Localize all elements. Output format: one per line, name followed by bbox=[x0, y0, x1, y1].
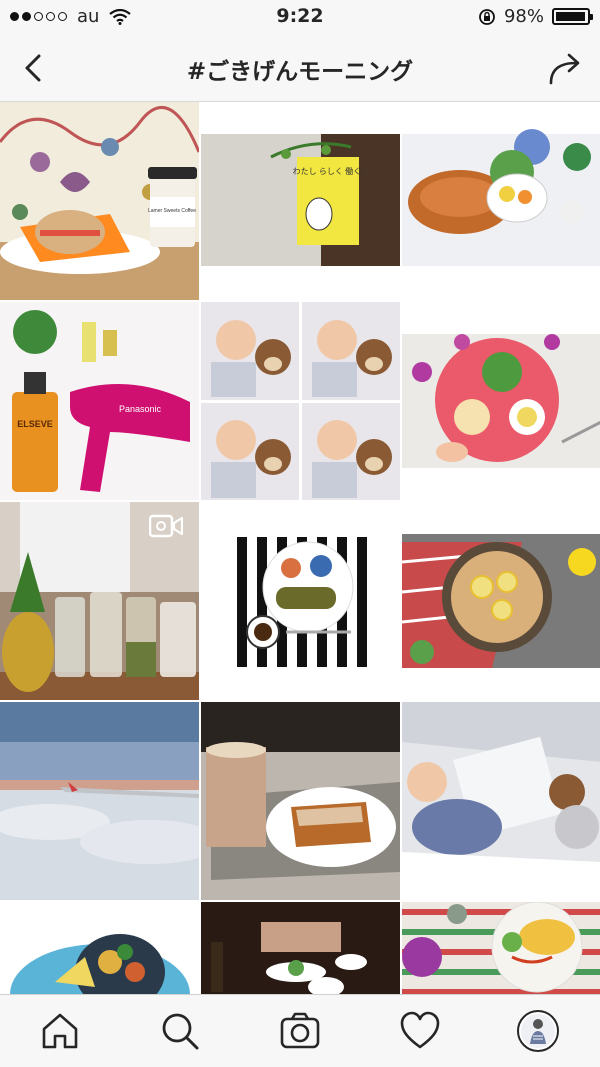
camera-icon[interactable] bbox=[278, 1009, 322, 1053]
post-thumbnail[interactable] bbox=[201, 302, 400, 500]
post-thumbnail[interactable] bbox=[201, 502, 400, 700]
video-icon bbox=[149, 514, 183, 538]
battery-percent: 98% bbox=[503, 6, 544, 27]
status-bar: au 9:22 98% bbox=[0, 0, 600, 34]
post-thumbnail[interactable] bbox=[0, 902, 199, 994]
rotation-lock-icon bbox=[479, 8, 495, 25]
post-thumbnail[interactable] bbox=[402, 102, 600, 300]
tab-bar bbox=[0, 994, 600, 1067]
home-icon[interactable] bbox=[38, 1009, 82, 1053]
avatar[interactable] bbox=[516, 1009, 560, 1053]
search-icon[interactable] bbox=[158, 1009, 202, 1053]
book-title: わたし らしく 働く! bbox=[293, 166, 364, 176]
post-thumbnail[interactable] bbox=[402, 902, 600, 994]
post-thumbnail[interactable]: Lamer Sweets Coffee bbox=[0, 102, 199, 300]
post-thumbnail[interactable] bbox=[201, 902, 400, 994]
hashtag-title: #ごきげんモーニング bbox=[186, 59, 414, 85]
post-thumbnail[interactable] bbox=[402, 702, 600, 900]
post-thumbnail[interactable] bbox=[201, 702, 400, 900]
post-thumbnail[interactable] bbox=[0, 502, 199, 700]
post-thumbnail[interactable]: ELSEVE Panasonic bbox=[0, 302, 199, 500]
battery-icon bbox=[552, 8, 593, 25]
share-icon[interactable] bbox=[546, 48, 586, 88]
post-grid: Lamer Sweets Coffee わたし らしく 働く! ELSEVE P… bbox=[0, 102, 600, 994]
heart-icon[interactable] bbox=[398, 1009, 442, 1053]
post-thumbnail[interactable] bbox=[0, 702, 199, 900]
navigation-bar: #ごきげんモーニング bbox=[0, 34, 600, 102]
brand-name: Panasonic bbox=[119, 404, 162, 414]
post-thumbnail[interactable] bbox=[402, 502, 600, 700]
post-thumbnail[interactable]: わたし らしく 働く! bbox=[201, 102, 400, 300]
post-thumbnail[interactable] bbox=[402, 302, 600, 500]
product-name: ELSEVE bbox=[17, 419, 53, 429]
coffee-cup-label: Lamer Sweets Coffee bbox=[148, 208, 196, 214]
